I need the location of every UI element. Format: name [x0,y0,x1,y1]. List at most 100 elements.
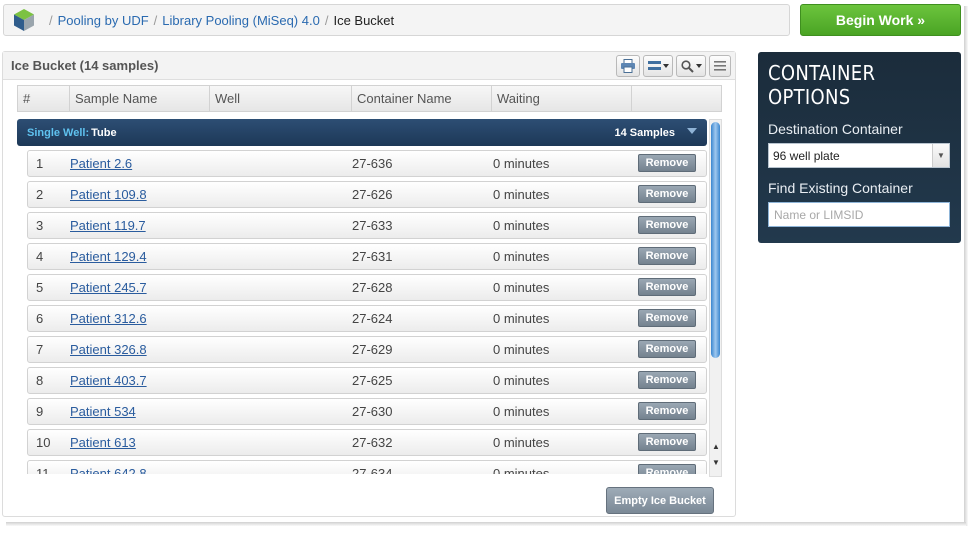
container-name: 27-632 [352,435,393,450]
breadcrumb-separator: / [153,12,158,28]
breadcrumb-separator: / [49,12,53,28]
remove-button[interactable]: Remove [638,433,696,451]
find-existing-container-label: Find Existing Container [768,180,913,196]
sample-name-link[interactable]: Patient 326.8 [70,342,352,357]
logo-cube-icon[interactable] [12,8,36,32]
table-row[interactable]: 4 Patient 129.4 27-631 0 minutes Remove [27,243,707,270]
container-name: 27-630 [352,404,393,419]
find-container-input[interactable] [768,202,950,227]
chevron-down-icon[interactable] [687,128,697,134]
page-shadow [6,522,966,526]
container-options-title-line2: OPTIONS [768,85,851,109]
page-shadow [964,6,968,526]
row-number: 2 [36,187,44,202]
table-row[interactable]: 2 Patient 109.8 27-626 0 minutes Remove [27,181,707,208]
waiting-time: 0 minutes [493,466,550,474]
table-header: # Sample Name Well Container Name Waitin… [17,85,722,112]
remove-button[interactable]: Remove [638,154,696,172]
table-row[interactable]: 3 Patient 119.7 27-633 0 minutes Remove [27,212,707,239]
sample-name-link[interactable]: Patient 129.4 [70,249,352,264]
container-name: 27-631 [352,249,393,264]
column-header-container-name[interactable]: Container Name [352,86,492,111]
toolbar [616,55,731,77]
print-button[interactable] [616,55,640,77]
waiting-time: 0 minutes [493,187,550,202]
remove-button[interactable]: Remove [638,216,696,234]
table-row[interactable]: 1 Patient 2.6 27-636 0 minutes Remove [27,150,707,177]
destination-container-label: Destination Container [768,121,903,137]
breadcrumb-link-library-pooling[interactable]: Library Pooling (MiSeq) 4.0 [162,13,320,28]
row-number: 6 [36,311,44,326]
row-number: 7 [36,342,44,357]
container-options-panel: CONTAINER OPTIONS Destination Container … [758,52,961,243]
sample-name-link[interactable]: Patient 109.8 [70,187,352,202]
waiting-time: 0 minutes [493,156,550,171]
breadcrumb-separator: / [324,12,329,28]
scroll-up-arrow-icon[interactable]: ▲ [711,442,721,451]
group-type-label: Single Well: [27,126,90,139]
table-row[interactable]: 7 Patient 326.8 27-629 0 minutes Remove [27,336,707,363]
row-number: 8 [36,373,44,388]
group-sample-count: 14 Samples [614,126,675,139]
sample-name-link[interactable]: Patient 642.8 [70,466,352,474]
columns-menu-button[interactable] [643,55,673,77]
remove-button[interactable]: Remove [638,247,696,265]
remove-button[interactable]: Remove [638,185,696,203]
row-number: 3 [36,218,44,233]
ice-bucket-panel: Ice Bucket (14 samples) # Sample Name We… [2,51,736,517]
table-row[interactable]: 10 Patient 613 27-632 0 minutes Remove [27,429,707,456]
waiting-time: 0 minutes [493,404,550,419]
waiting-time: 0 minutes [493,311,550,326]
column-header-sample-name[interactable]: Sample Name [70,86,210,111]
container-name: 27-625 [352,373,393,388]
table-row[interactable]: 5 Patient 245.7 27-628 0 minutes Remove [27,274,707,301]
remove-button[interactable]: Remove [638,340,696,358]
list-view-button[interactable] [709,55,731,77]
container-name: 27-626 [352,187,393,202]
container-options-title-line1: CONTAINER [768,61,876,85]
table-row[interactable]: 9 Patient 534 27-630 0 minutes Remove [27,398,707,425]
column-header-well[interactable]: Well [210,86,352,111]
column-header-waiting[interactable]: Waiting [492,86,632,111]
row-number: 11 [36,466,50,474]
begin-work-button[interactable]: Begin Work » [800,4,961,36]
group-header-single-well[interactable]: Single Well: Tube 14 Samples [17,119,707,146]
table-row[interactable]: 8 Patient 403.7 27-625 0 minutes Remove [27,367,707,394]
breadcrumb-link-pooling[interactable]: Pooling by UDF [58,13,149,28]
container-name: 27-624 [352,311,393,326]
scrollbar-thumb[interactable] [711,122,720,358]
sample-name-link[interactable]: Patient 2.6 [70,156,352,171]
sample-list: 1 Patient 2.6 27-636 0 minutes Remove 2 Patien… [27,150,707,474]
chevron-down-icon [695,64,702,68]
search-menu-button[interactable] [676,55,706,77]
columns-icon [647,61,661,70]
sample-name-link[interactable]: Patient 403.7 [70,373,352,388]
sample-name-link[interactable]: Patient 119.7 [70,218,352,233]
scroll-down-arrow-icon[interactable]: ▼ [711,458,721,467]
empty-ice-bucket-button[interactable]: Empty Ice Bucket [606,487,714,514]
remove-button[interactable]: Remove [638,278,696,296]
destination-container-select[interactable]: 96 well plate ▼ [768,143,950,168]
scrollbar[interactable]: ▲ ▼ [709,119,722,477]
remove-button[interactable]: Remove [638,402,696,420]
search-icon [680,59,694,73]
sample-name-link[interactable]: Patient 312.6 [70,311,352,326]
column-header-actions [632,86,721,111]
remove-button[interactable]: Remove [638,309,696,327]
table-row[interactable]: 6 Patient 312.6 27-624 0 minutes Remove [27,305,707,332]
remove-button[interactable]: Remove [638,371,696,389]
row-number: 1 [36,156,44,171]
table-row[interactable]: 11 Patient 642.8 27-634 0 minutes Remove [27,460,707,474]
remove-button[interactable]: Remove [638,464,696,474]
breadcrumb-current: Ice Bucket [333,12,395,28]
waiting-time: 0 minutes [493,342,550,357]
column-header-number[interactable]: # [18,86,70,111]
sample-name-link[interactable]: Patient 534 [70,404,352,419]
breadcrumb: / Pooling by UDF / Library Pooling (MiSe… [3,4,790,36]
container-name: 27-636 [352,156,393,171]
sample-name-link[interactable]: Patient 613 [70,435,352,450]
chevron-down-icon[interactable]: ▼ [932,144,949,167]
row-number: 10 [36,435,51,450]
container-name: 27-629 [352,342,393,357]
sample-name-link[interactable]: Patient 245.7 [70,280,352,295]
